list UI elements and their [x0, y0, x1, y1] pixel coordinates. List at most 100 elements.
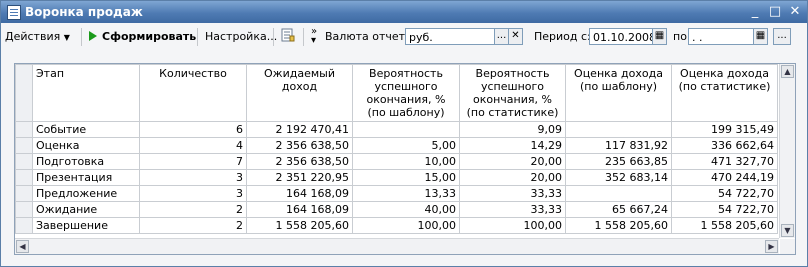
table-cell: 14,29 — [459, 137, 566, 154]
table-row[interactable]: Подготовка 7 2 356 638,50 10,00 20,00 235 663… — [15, 153, 778, 170]
scroll-left-icon[interactable]: ◀ — [16, 240, 29, 253]
table-cell: 4 — [139, 137, 247, 154]
table-header-row: Этап Количество Ожидаемый доход Вероятно… — [15, 64, 778, 122]
table-row[interactable]: Завершение 2 1 558 205,60 100,00 100,00 1 558… — [15, 217, 778, 234]
currency-label: Валюта отчета: — [325, 30, 416, 43]
table-cell: 471 327,70 — [671, 153, 778, 170]
table-cell: 100,00 — [352, 217, 460, 234]
table-cell: Предложение — [32, 185, 140, 202]
column-header[interactable]: Ожидаемый доход — [246, 64, 353, 122]
toolbar-divider — [303, 28, 304, 46]
period-select-button[interactable]: ... — [773, 28, 791, 45]
actions-menu-label: Действия — [5, 30, 61, 43]
column-header[interactable]: Этап — [32, 64, 140, 122]
generate-button[interactable]: Сформировать — [89, 27, 196, 47]
toolbar: Действия ▼ Сформировать Настройка... » ▾ … — [1, 25, 807, 50]
table-cell: 13,33 — [352, 185, 460, 202]
table-row[interactable]: Презентация 3 2 351 220,95 15,00 20,00 352 68… — [15, 169, 778, 186]
column-header[interactable]: Вероятность успешного окончания, % (по ш… — [352, 64, 460, 122]
row-header-cell — [15, 153, 33, 170]
table-cell: 3 — [139, 169, 247, 186]
table-cell: 336 662,64 — [671, 137, 778, 154]
row-header-cell — [15, 121, 33, 138]
currency-clear-button[interactable]: ✕ — [508, 28, 523, 45]
more-chevron-icon[interactable]: » ▾ — [311, 27, 317, 47]
table-cell: Оценка — [32, 137, 140, 154]
toolbar-divider — [197, 28, 198, 46]
table-cell: 164 168,09 — [246, 185, 353, 202]
row-header-cell — [15, 217, 33, 234]
table-cell: 1 558 205,60 — [565, 217, 672, 234]
row-header-cell — [15, 169, 33, 186]
table-cell: 3 — [139, 185, 247, 202]
chevron-down-icon: ▼ — [63, 33, 70, 42]
table-row[interactable]: Событие 6 2 192 470,41 9,09 199 315,49 — [15, 121, 778, 138]
row-header-cell — [15, 64, 33, 122]
table-cell: 2 — [139, 217, 247, 234]
period-from-input[interactable]: 01.10.2008 — [589, 28, 656, 45]
table-cell: 2 356 638,50 — [246, 137, 353, 154]
table-cell: 1 558 205,60 — [671, 217, 778, 234]
vertical-scrollbar[interactable]: ▲ ▼ — [779, 64, 795, 238]
currency-input[interactable]: руб. — [405, 28, 495, 45]
currency-select-button[interactable]: ... — [494, 28, 509, 45]
maximize-icon[interactable]: □ — [767, 4, 783, 19]
table-cell: Ожидание — [32, 201, 140, 218]
close-icon[interactable]: ✕ — [787, 4, 803, 19]
table-cell: 15,00 — [352, 169, 460, 186]
report-grid[interactable]: Этап Количество Ожидаемый доход Вероятно… — [14, 63, 796, 255]
calendar-icon[interactable]: ▦ — [753, 28, 768, 45]
horizontal-scrollbar[interactable]: ◀ ▶ — [15, 238, 779, 254]
title-bar[interactable]: Воронка продаж _ □ ✕ — [1, 1, 807, 23]
column-header[interactable]: Вероятность успешного окончания, % (по с… — [459, 64, 566, 122]
column-header[interactable]: Оценка дохода (по статистике) — [671, 64, 778, 122]
table-cell: Презентация — [32, 169, 140, 186]
minimize-icon[interactable]: _ — [747, 4, 763, 19]
table-cell: 352 683,14 — [565, 169, 672, 186]
scroll-up-icon[interactable]: ▲ — [781, 65, 794, 78]
scroll-right-icon[interactable]: ▶ — [765, 240, 778, 253]
report-window: Воронка продаж _ □ ✕ Действия ▼ Сформиро… — [0, 0, 808, 267]
table-row[interactable]: Предложение 3 164 168,09 13,33 33,33 54 722,7… — [15, 185, 778, 202]
table-cell: 5,00 — [352, 137, 460, 154]
scroll-corner — [780, 239, 795, 254]
table-cell: 2 351 220,95 — [246, 169, 353, 186]
table-cell: Завершение — [32, 217, 140, 234]
calendar-icon[interactable]: ▦ — [652, 28, 667, 45]
table-cell: 65 667,24 — [565, 201, 672, 218]
table-cell: 33,33 — [459, 185, 566, 202]
table-cell: 235 663,85 — [565, 153, 672, 170]
table-cell: 2 356 638,50 — [246, 153, 353, 170]
window-title: Воронка продаж — [25, 5, 143, 19]
period-from-label: Период с: — [534, 30, 591, 43]
table-cell: 20,00 — [459, 169, 566, 186]
table-cell — [565, 121, 672, 138]
table-cell: 9,09 — [459, 121, 566, 138]
column-header[interactable]: Количество — [139, 64, 247, 122]
report-table: Этап Количество Ожидаемый доход Вероятно… — [15, 64, 778, 234]
report-table-area: Этап Количество Ожидаемый доход Вероятно… — [15, 64, 779, 238]
table-cell: 6 — [139, 121, 247, 138]
table-row[interactable]: Оценка 4 2 356 638,50 5,00 14,29 117 831,92 33… — [15, 137, 778, 154]
row-header-cell — [15, 137, 33, 154]
row-header-cell — [15, 201, 33, 218]
settings-button[interactable]: Настройка... — [205, 27, 277, 47]
table-cell — [352, 121, 460, 138]
generate-button-label: Сформировать — [102, 30, 197, 43]
table-cell: 54 722,70 — [671, 201, 778, 218]
table-cell: 54 722,70 — [671, 185, 778, 202]
scroll-down-icon[interactable]: ▼ — [781, 224, 794, 237]
row-header-cell — [15, 185, 33, 202]
table-cell: 20,00 — [459, 153, 566, 170]
report-settings-icon[interactable] — [281, 27, 297, 47]
actions-menu[interactable]: Действия ▼ — [5, 27, 70, 47]
table-cell: 10,00 — [352, 153, 460, 170]
table-cell: 199 315,49 — [671, 121, 778, 138]
play-icon — [89, 31, 97, 41]
table-cell — [565, 185, 672, 202]
period-to-input[interactable]: . . — [688, 28, 754, 45]
table-cell: 164 168,09 — [246, 201, 353, 218]
column-header[interactable]: Оценка дохода (по шаблону) — [565, 64, 672, 122]
table-cell: 7 — [139, 153, 247, 170]
table-row[interactable]: Ожидание 2 164 168,09 40,00 33,33 65 667,24 54… — [15, 201, 778, 218]
